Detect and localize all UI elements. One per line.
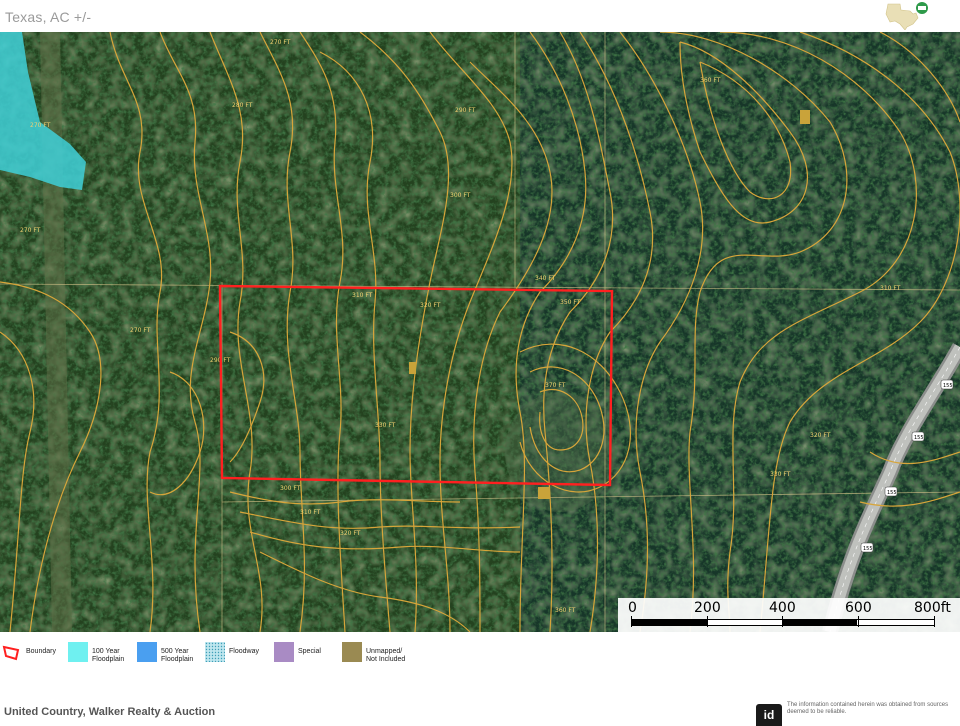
floodway-swatch xyxy=(205,642,225,662)
contour-label: 370 FT xyxy=(545,382,566,389)
legend-item-100-year-floodplain: 100 Year Floodplain xyxy=(68,642,132,666)
scale-bar-track xyxy=(631,619,935,626)
scale-label: 800ft xyxy=(914,600,951,616)
scale-label: 200 xyxy=(694,600,721,616)
legend-label: Special xyxy=(298,648,321,655)
route-shield-label: 155 xyxy=(863,546,873,552)
route-shield-label: 155 xyxy=(887,490,897,496)
contour-label: 320 FT xyxy=(340,530,361,537)
footer: United Country, Walker Realty & Auction … xyxy=(0,700,960,726)
id-logo-icon: id xyxy=(756,704,782,726)
contour-label: 360 FT xyxy=(700,77,721,84)
scale-bar: 0 200 400 600 800ft xyxy=(618,598,960,632)
legend-label: 100 Year Floodplain xyxy=(92,648,125,663)
contour-label: 270 FT xyxy=(270,39,291,46)
map-title: Texas, AC +/- xyxy=(5,9,92,25)
aerial-topo-map[interactable]: 270 FT 280 FT 290 FT 300 FT 310 FT 320 F… xyxy=(0,32,960,632)
contour-label: 280 FT xyxy=(232,102,253,109)
contour-label: 360 FT xyxy=(555,607,576,614)
contour-label: 270 FT xyxy=(130,327,151,334)
legend-item-special: Special xyxy=(274,642,321,666)
legend-label: 500 Year Floodplain xyxy=(161,648,194,663)
legend-item-unmapped: Unmapped/ Not Included xyxy=(342,642,406,666)
route-shield-label: 155 xyxy=(914,435,924,441)
contour-label: 330 FT xyxy=(375,422,396,429)
special-swatch xyxy=(274,642,294,662)
scale-label: 400 xyxy=(769,600,796,616)
contour-label: 300 FT xyxy=(280,485,301,492)
contour-label: 270 FT xyxy=(30,122,51,129)
floodplain-100-swatch xyxy=(68,642,88,662)
disclaimer-text: The information contained herein was obt… xyxy=(787,702,949,715)
legend-item-floodway: Floodway xyxy=(205,642,259,666)
map-legend: Boundary 100 Year Floodplain 500 Year Fl… xyxy=(0,640,960,670)
legend-item-boundary: Boundary xyxy=(2,642,56,666)
legend-label: Floodway xyxy=(229,648,259,655)
scale-label: 0 xyxy=(628,600,637,616)
texas-state-logo-icon xyxy=(885,2,928,30)
route-shield-label: 155 xyxy=(943,383,953,389)
contour-label: 310 FT xyxy=(880,285,901,292)
contour-label: 340 FT xyxy=(535,275,556,282)
header: Texas, AC +/- xyxy=(0,0,960,32)
contour-label: 290 FT xyxy=(455,107,476,114)
scale-label: 600 xyxy=(845,600,872,616)
legend-label: Boundary xyxy=(26,648,56,655)
contour-label: 320 FT xyxy=(810,432,831,439)
contour-label: 320 FT xyxy=(420,302,441,309)
unmapped-swatch xyxy=(342,642,362,662)
company-name: United Country, Walker Realty & Auction xyxy=(4,706,216,718)
legend-item-500-year-floodplain: 500 Year Floodplain xyxy=(137,642,201,666)
contour-label: 300 FT xyxy=(450,192,471,199)
contour-label: 310 FT xyxy=(300,509,321,516)
contour-label: 310 FT xyxy=(352,292,373,299)
legend-label: Unmapped/ Not Included xyxy=(366,648,406,663)
contour-label: 330 FT xyxy=(770,471,791,478)
contour-label: 350 FT xyxy=(560,299,581,306)
boundary-icon xyxy=(2,645,20,661)
floodplain-500-swatch xyxy=(137,642,157,662)
contour-label: 270 FT xyxy=(20,227,41,234)
